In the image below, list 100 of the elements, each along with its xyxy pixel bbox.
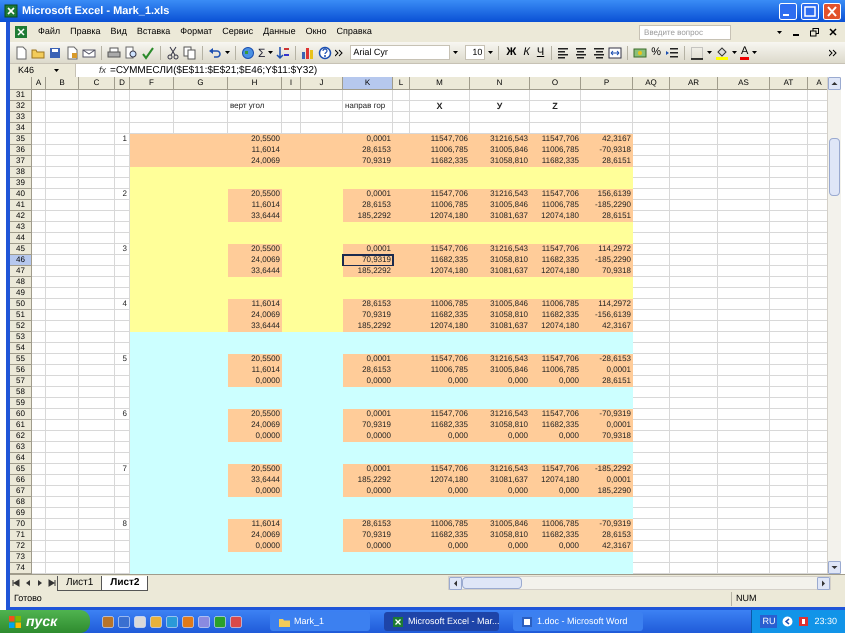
row-header[interactable]: 42 bbox=[10, 211, 32, 222]
row-header[interactable]: 69 bbox=[10, 508, 32, 519]
row-header[interactable]: 72 bbox=[10, 541, 32, 552]
app-icon[interactable] bbox=[214, 616, 226, 628]
menu-item[interactable]: Вставка bbox=[136, 25, 170, 39]
menu-item[interactable]: Справка bbox=[336, 25, 372, 39]
caret-icon[interactable] bbox=[225, 51, 230, 54]
new-file-icon[interactable] bbox=[14, 46, 28, 60]
chart-icon[interactable] bbox=[301, 46, 316, 60]
row-header[interactable]: 44 bbox=[10, 233, 32, 244]
borders-icon[interactable] bbox=[690, 46, 704, 60]
row-header[interactable]: 31 bbox=[10, 90, 32, 101]
language-indicator[interactable]: RU bbox=[760, 614, 778, 628]
taskbar-button[interactable]: 1.doc - Microsoft Word bbox=[513, 612, 643, 631]
row-header[interactable]: 34 bbox=[10, 123, 32, 134]
formula-field[interactable]: =СУММЕСЛИ($E$11:$E$21;$E46;Y$11:$Y32) bbox=[110, 63, 318, 78]
row-header[interactable]: 60 bbox=[10, 409, 32, 420]
scroll-down-icon[interactable] bbox=[828, 561, 841, 574]
app-icon[interactable] bbox=[134, 616, 146, 628]
caret-icon[interactable] bbox=[268, 51, 274, 54]
row-header[interactable]: 68 bbox=[10, 497, 32, 508]
indent-icon[interactable] bbox=[664, 46, 679, 60]
chevron-icon[interactable] bbox=[335, 48, 344, 56]
percent-button[interactable]: % bbox=[650, 44, 662, 61]
taskbar-button[interactable]: Mark_1 bbox=[270, 612, 370, 631]
first-sheet-icon[interactable] bbox=[11, 578, 21, 588]
merge-cells-icon[interactable] bbox=[608, 46, 622, 60]
row-header[interactable]: 33 bbox=[10, 112, 32, 123]
undo-arrow-icon[interactable] bbox=[208, 46, 222, 60]
sort-icon[interactable] bbox=[276, 46, 290, 60]
menu-item[interactable]: Правка bbox=[70, 25, 101, 39]
row-header[interactable]: 43 bbox=[10, 222, 32, 233]
app-icon[interactable] bbox=[198, 616, 210, 628]
row-header[interactable]: 65 bbox=[10, 464, 32, 475]
tray-icon[interactable] bbox=[798, 616, 810, 627]
row-header[interactable]: 54 bbox=[10, 343, 32, 354]
row-header[interactable]: 66 bbox=[10, 475, 32, 486]
row-header[interactable]: 62 bbox=[10, 431, 32, 442]
row-header[interactable]: 52 bbox=[10, 321, 32, 332]
underline-button[interactable]: Ч bbox=[534, 44, 546, 61]
row-header[interactable]: 37 bbox=[10, 156, 32, 167]
row-header[interactable]: 64 bbox=[10, 453, 32, 464]
row-header[interactable]: 50 bbox=[10, 299, 32, 310]
document-icon[interactable] bbox=[65, 46, 79, 60]
tray-icon[interactable] bbox=[782, 616, 794, 627]
spell-check-icon[interactable] bbox=[141, 46, 155, 60]
scroll-thumb[interactable] bbox=[829, 138, 840, 196]
caret-icon[interactable] bbox=[706, 51, 712, 54]
column-header[interactable]: K bbox=[343, 77, 393, 89]
row-header[interactable]: 53 bbox=[10, 332, 32, 343]
menu-item[interactable]: Вид bbox=[110, 25, 127, 39]
selected-cell[interactable]: 70,9319 bbox=[343, 255, 393, 266]
caret-icon[interactable] bbox=[732, 51, 737, 54]
app-icon[interactable] bbox=[150, 616, 162, 628]
vertical-scrollbar[interactable] bbox=[827, 77, 841, 574]
last-sheet-icon[interactable] bbox=[47, 578, 57, 588]
caret-icon[interactable] bbox=[488, 51, 494, 54]
row-header[interactable]: 51 bbox=[10, 310, 32, 321]
italic-button[interactable]: К bbox=[521, 44, 532, 61]
scroll-up-icon[interactable] bbox=[828, 77, 841, 90]
row-header[interactable]: 59 bbox=[10, 398, 32, 409]
menu-item[interactable]: Сервис bbox=[222, 25, 254, 39]
menu-item[interactable]: Окно bbox=[306, 25, 327, 39]
save-icon[interactable] bbox=[48, 46, 62, 60]
print-preview-icon[interactable] bbox=[124, 46, 138, 60]
font-color-button[interactable]: A bbox=[740, 46, 750, 60]
caret-icon[interactable] bbox=[752, 51, 758, 54]
row-header[interactable]: 57 bbox=[10, 376, 32, 387]
row-header[interactable]: 45 bbox=[10, 244, 32, 255]
taskbar-button[interactable]: Microsoft Excel - Mar... bbox=[384, 612, 499, 631]
row-header[interactable]: 48 bbox=[10, 277, 32, 288]
row-header[interactable]: 36 bbox=[10, 145, 32, 156]
printer-icon[interactable] bbox=[107, 46, 121, 60]
row-header[interactable]: 40 bbox=[10, 189, 32, 200]
row-header[interactable]: 35 bbox=[10, 134, 32, 145]
font-size-field[interactable]: 10 bbox=[465, 45, 486, 60]
caret-icon[interactable] bbox=[54, 69, 59, 72]
align-right-icon[interactable] bbox=[591, 46, 606, 60]
row-header[interactable]: 55 bbox=[10, 354, 32, 365]
help-icon[interactable] bbox=[318, 46, 332, 60]
row-header[interactable]: 47 bbox=[10, 266, 32, 277]
menu-item[interactable]: Файл bbox=[38, 25, 60, 39]
restore-icon[interactable] bbox=[810, 28, 819, 36]
bold-button[interactable]: Ж bbox=[504, 44, 518, 61]
row-header[interactable]: 41 bbox=[10, 200, 32, 211]
caret-icon[interactable] bbox=[777, 30, 782, 34]
sheet-tab[interactable]: Лист1 bbox=[57, 576, 102, 590]
row-header[interactable]: 38 bbox=[10, 167, 32, 178]
maximize-icon[interactable] bbox=[801, 2, 819, 20]
align-center-icon[interactable] bbox=[574, 46, 588, 60]
close-icon[interactable] bbox=[829, 28, 837, 36]
currency-icon[interactable] bbox=[633, 46, 648, 60]
copy-icon[interactable] bbox=[183, 46, 197, 60]
horizontal-scrollbar[interactable] bbox=[448, 576, 831, 590]
row-header[interactable]: 56 bbox=[10, 365, 32, 376]
app-icon[interactable] bbox=[102, 616, 114, 628]
app-icon[interactable] bbox=[182, 616, 194, 628]
row-header[interactable]: 71 bbox=[10, 530, 32, 541]
scroll-right-icon[interactable] bbox=[817, 576, 830, 590]
scissors-icon[interactable] bbox=[166, 46, 180, 60]
